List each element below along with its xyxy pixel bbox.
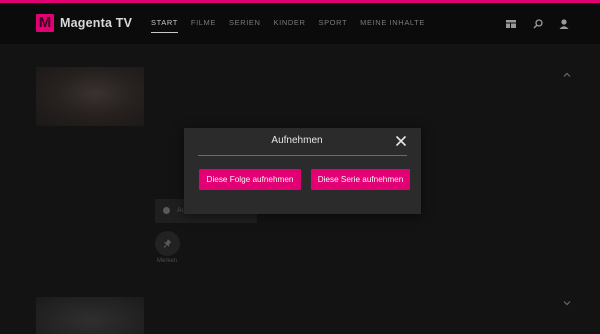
pin-button[interactable] xyxy=(155,231,180,256)
pin-icon xyxy=(163,239,172,249)
nav-item-kinder[interactable]: KINDER xyxy=(274,16,306,30)
dialog-title: Aufnehmen xyxy=(271,135,323,146)
nav-item-start[interactable]: START xyxy=(151,16,178,33)
content-thumbnail[interactable] xyxy=(36,297,144,334)
profile-icon[interactable] xyxy=(558,18,570,30)
magenta-logo-icon[interactable]: M xyxy=(36,14,54,32)
brand-name[interactable]: Magenta TV xyxy=(60,14,132,32)
record-series-button[interactable]: Diese Serie aufnehmen xyxy=(311,169,410,190)
search-icon[interactable] xyxy=(532,18,544,30)
main-nav: START FILME SERIEN KINDER SPORT MEINE IN… xyxy=(151,16,425,33)
record-dialog: Aufnehmen Diese Folge aufnehmen Diese Se… xyxy=(184,128,421,214)
nav-item-meine-inhalte[interactable]: MEINE INHALTE xyxy=(360,16,425,30)
nav-item-filme[interactable]: FILME xyxy=(191,16,216,30)
record-episode-button[interactable]: Diese Folge aufnehmen xyxy=(199,169,301,190)
app-window: M Magenta TV START FILME SERIEN KINDER S… xyxy=(0,0,600,334)
nav-item-sport[interactable]: SPORT xyxy=(318,16,347,30)
guide-icon[interactable] xyxy=(505,18,517,30)
content-thumbnail[interactable] xyxy=(36,67,144,126)
pin-label: Merken xyxy=(156,258,177,264)
dialog-divider xyxy=(198,155,407,156)
chevron-up-icon[interactable] xyxy=(562,70,572,80)
chevron-down-icon[interactable] xyxy=(562,298,572,308)
close-icon[interactable] xyxy=(394,134,408,148)
top-navigation-bar: M Magenta TV START FILME SERIEN KINDER S… xyxy=(0,3,600,44)
nav-item-serien[interactable]: SERIEN xyxy=(229,16,261,30)
record-dot-icon xyxy=(163,207,170,214)
